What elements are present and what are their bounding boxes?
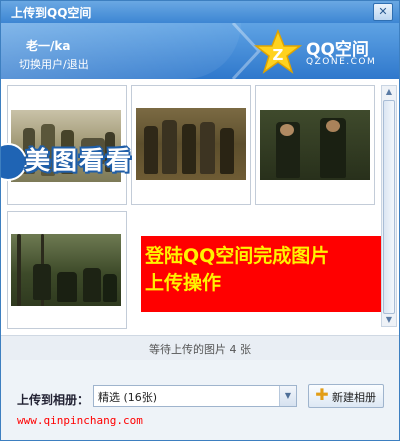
new-album-button[interactable]: ✚ 新建相册 xyxy=(308,384,384,408)
qzone-star-icon: Z xyxy=(254,29,302,74)
album-select-value: 精选 (16张) xyxy=(98,391,158,404)
photo-image xyxy=(260,110,370,180)
pending-count-text: 等待上传的图片 4 张 xyxy=(149,343,251,356)
photo-thumbnail[interactable] xyxy=(7,211,127,329)
notice-line-1: 登陆QQ空间完成图片 xyxy=(145,245,330,267)
close-button[interactable]: ✕ xyxy=(373,3,393,21)
status-strip: 等待上传的图片 4 张 xyxy=(1,335,399,361)
watermark-url: www.qinpinchang.com xyxy=(17,414,143,427)
qzone-brand-subtitle: QZONE.COM xyxy=(306,57,377,67)
photo-thumbnail[interactable] xyxy=(255,85,375,205)
scroll-up-arrow-icon[interactable]: ▲ xyxy=(382,86,396,98)
notice-overlay: 登陆QQ空间完成图片 上传操作 xyxy=(141,236,381,312)
upload-dialog: 上传到QQ空间 ✕ 老一/ka 切换用户/退出 Z QQ空间 QZONE.COM xyxy=(0,0,400,441)
new-album-label: 新建相册 xyxy=(332,391,376,404)
header-banner: 老一/ka 切换用户/退出 Z QQ空间 QZONE.COM xyxy=(1,23,399,79)
switch-user-link[interactable]: 切换用户/退出 xyxy=(19,56,89,72)
photo-image xyxy=(11,234,121,306)
photo-image xyxy=(136,108,246,180)
username: 老一/ka xyxy=(26,39,71,53)
album-label: 上传到相册： xyxy=(17,393,90,407)
chevron-down-icon[interactable]: ▼ xyxy=(279,386,296,406)
title-bar: 上传到QQ空间 ✕ xyxy=(1,1,399,23)
scroll-down-arrow-icon[interactable]: ▼ xyxy=(382,314,396,326)
photo-thumbnail[interactable] xyxy=(131,85,251,205)
upload-options: 上传到相册： 精选 (16张) ▼ ✚ 新建相册 www.qinpinchang… xyxy=(1,360,399,440)
svg-text:Z: Z xyxy=(273,46,284,64)
watermark-text: 美图看看 xyxy=(25,146,134,175)
vertical-scrollbar[interactable]: ▲ ▼ xyxy=(381,85,397,327)
album-select[interactable]: 精选 (16张) ▼ xyxy=(93,385,297,407)
scrollbar-thumb[interactable] xyxy=(383,100,395,314)
notice-line-2: 上传操作 xyxy=(145,272,222,294)
window-title: 上传到QQ空间 xyxy=(11,6,92,20)
plus-icon: ✚ xyxy=(315,385,329,404)
